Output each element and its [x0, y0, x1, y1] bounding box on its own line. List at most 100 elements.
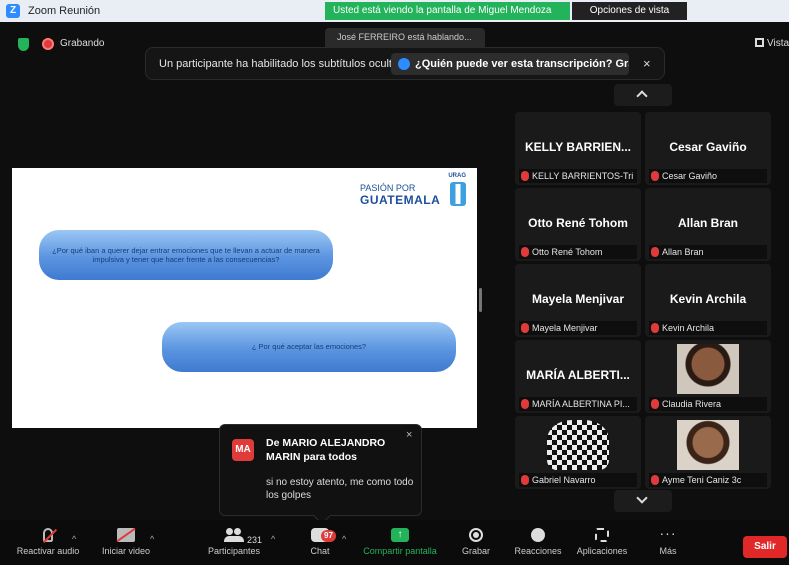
participant-tile[interactable]: Cesar Gaviño Cesar Gaviño — [645, 112, 771, 185]
participant-label-text: Kevin Archila — [662, 323, 715, 333]
participants-icon — [224, 528, 244, 542]
participant-count: 231 — [247, 535, 263, 545]
more-icon: ··· — [659, 525, 677, 541]
who-can-see-transcript-button[interactable]: ¿Quién puede ver esta transcripción? Gra… — [391, 53, 629, 75]
participant-tile[interactable]: Ayme Teni Caniz 3c — [645, 416, 771, 489]
participant-label-text: KELLY BARRIENTOS-Tri — [532, 171, 634, 181]
participant-name: Kevin Archila — [669, 292, 747, 306]
recording-icon — [42, 38, 54, 50]
slide-question-2: ¿ Por qué aceptar las emociones? — [162, 322, 456, 372]
muted-mic-icon — [651, 399, 659, 409]
reactions-button[interactable]: Reacciones — [510, 528, 566, 556]
chevron-up-icon — [636, 90, 648, 102]
chevron-down-icon — [636, 492, 648, 504]
reactions-icon — [531, 528, 545, 542]
muted-mic-icon — [521, 247, 529, 257]
participant-tile[interactable]: Otto René Tohom Otto René Tohom — [515, 188, 641, 261]
participant-label-text: Otto René Tohom — [532, 247, 603, 257]
leave-button[interactable]: Salir — [743, 536, 787, 558]
muted-mic-icon — [521, 399, 529, 409]
split-resize-handle[interactable] — [479, 288, 482, 312]
logo-line-2: GUATEMALA — [360, 193, 441, 207]
muted-mic-icon — [521, 475, 529, 485]
security-shield-icon[interactable] — [18, 38, 29, 51]
participant-name: Otto René Tohom — [528, 216, 628, 230]
participant-label: Allan Bran — [649, 245, 767, 259]
zoom-icon: Z — [6, 4, 20, 18]
participant-label: Kevin Archila — [649, 321, 767, 335]
unmute-audio-label: Reactivar audio — [16, 546, 80, 556]
participant-label-text: Cesar Gaviño — [662, 171, 718, 181]
view-button[interactable]: Vista — [755, 38, 789, 49]
muted-mic-icon — [651, 475, 659, 485]
grid-view-icon — [755, 38, 764, 47]
record-label: Grabar — [461, 546, 490, 556]
muted-mic-icon — [43, 528, 53, 542]
participant-tile[interactable]: Kevin Archila Kevin Archila — [645, 264, 771, 337]
participants-options-caret-icon[interactable]: ^ — [271, 534, 275, 544]
share-screen-icon: ↑ — [391, 528, 409, 542]
participant-label-text: Ayme Teni Caniz 3c — [662, 475, 742, 485]
participant-tile[interactable]: Gabriel Navarro — [515, 416, 641, 489]
participant-name: MARÍA ALBERTI... — [526, 368, 630, 382]
participant-tile[interactable]: Claudia Rivera — [645, 340, 771, 413]
start-video-label: Iniciar video — [101, 546, 151, 556]
flag-icon — [450, 182, 466, 206]
apps-label: Aplicaciones — [576, 546, 628, 556]
participants-label: Participantes — [207, 546, 261, 556]
participant-name: Allan Bran — [677, 216, 738, 230]
close-icon[interactable]: × — [406, 429, 412, 441]
share-screen-label: Compartir pantalla — [363, 546, 437, 556]
record-button[interactable]: Grabar — [456, 528, 496, 556]
participant-label: KELLY BARRIENTOS-Tri — [519, 169, 637, 183]
participant-label: Claudia Rivera — [649, 397, 767, 411]
participant-tile[interactable]: Allan Bran Allan Bran — [645, 188, 771, 261]
muted-mic-icon — [651, 247, 659, 257]
more-button[interactable]: ··· Más — [650, 525, 686, 556]
more-label: Más — [659, 546, 677, 556]
participant-tile[interactable]: Mayela Menjivar Mayela Menjivar — [515, 264, 641, 337]
shared-screen-slide: URAG PASIÓN POR GUATEMALA ¿Por qué iban … — [12, 168, 477, 428]
record-icon — [469, 528, 483, 542]
participant-label-text: Allan Bran — [662, 247, 704, 257]
participant-label-text: Claudia Rivera — [662, 399, 722, 409]
gallery-scroll-up-button[interactable] — [614, 84, 672, 106]
chat-unread-badge: 97 — [321, 530, 336, 542]
video-options-caret-icon[interactable]: ^ — [150, 534, 154, 544]
muted-mic-icon — [521, 323, 529, 333]
who-can-see-label: ¿Quién puede ver esta transcripción? Gra… — [415, 58, 629, 70]
gallery-scroll-down-button[interactable] — [614, 490, 672, 512]
chat-sender: De MARIO ALEJANDRO MARIN para todos — [266, 437, 386, 463]
participant-label-text: MARÍA ALBERTINA PI... — [532, 399, 630, 409]
view-label: Vista — [767, 38, 789, 49]
participant-video — [677, 344, 739, 394]
video-off-icon — [117, 528, 135, 542]
participant-tile[interactable]: MARÍA ALBERTI... MARÍA ALBERTINA PI... — [515, 340, 641, 413]
chat-options-caret-icon[interactable]: ^ — [342, 534, 346, 544]
participant-tile[interactable]: KELLY BARRIEN... KELLY BARRIENTOS-Tri — [515, 112, 641, 185]
view-options-button[interactable]: Opciones de vista — [572, 2, 687, 20]
apps-icon — [595, 528, 609, 542]
participant-name: Cesar Gaviño — [669, 140, 747, 154]
participant-label: MARÍA ALBERTINA PI... — [519, 397, 637, 411]
captions-message: Un participante ha habilitado los subtít… — [159, 58, 404, 70]
chat-message: si no estoy atento, me como todo los gol… — [266, 477, 414, 501]
participant-name: KELLY BARRIEN... — [524, 140, 632, 154]
apps-button[interactable]: Aplicaciones — [572, 528, 632, 556]
start-video-button[interactable]: Iniciar video — [95, 528, 157, 556]
logo-tag: URAG — [448, 173, 466, 179]
window-title: Zoom Reunión — [28, 5, 101, 17]
recording-label: Grabando — [60, 38, 105, 49]
slide-question-1: ¿Por qué iban a querer dejar entrar emoc… — [39, 230, 333, 280]
participant-video — [547, 420, 609, 470]
meeting-toolbar: Reactivar audio ^ Iniciar video ^ Partic… — [0, 520, 789, 565]
chat-notification[interactable]: MA De MARIO ALEJANDRO MARIN para todos s… — [219, 424, 422, 525]
people-icon — [398, 58, 410, 70]
audio-options-caret-icon[interactable]: ^ — [72, 534, 76, 544]
screen-share-banner: Usted está viendo la pantalla de Miguel … — [325, 2, 570, 20]
logo-line-1: PASIÓN POR — [360, 183, 416, 193]
muted-mic-icon — [651, 323, 659, 333]
close-icon[interactable]: × — [643, 56, 651, 71]
muted-mic-icon — [651, 171, 659, 181]
share-screen-button[interactable]: ↑ Compartir pantalla — [358, 528, 442, 556]
